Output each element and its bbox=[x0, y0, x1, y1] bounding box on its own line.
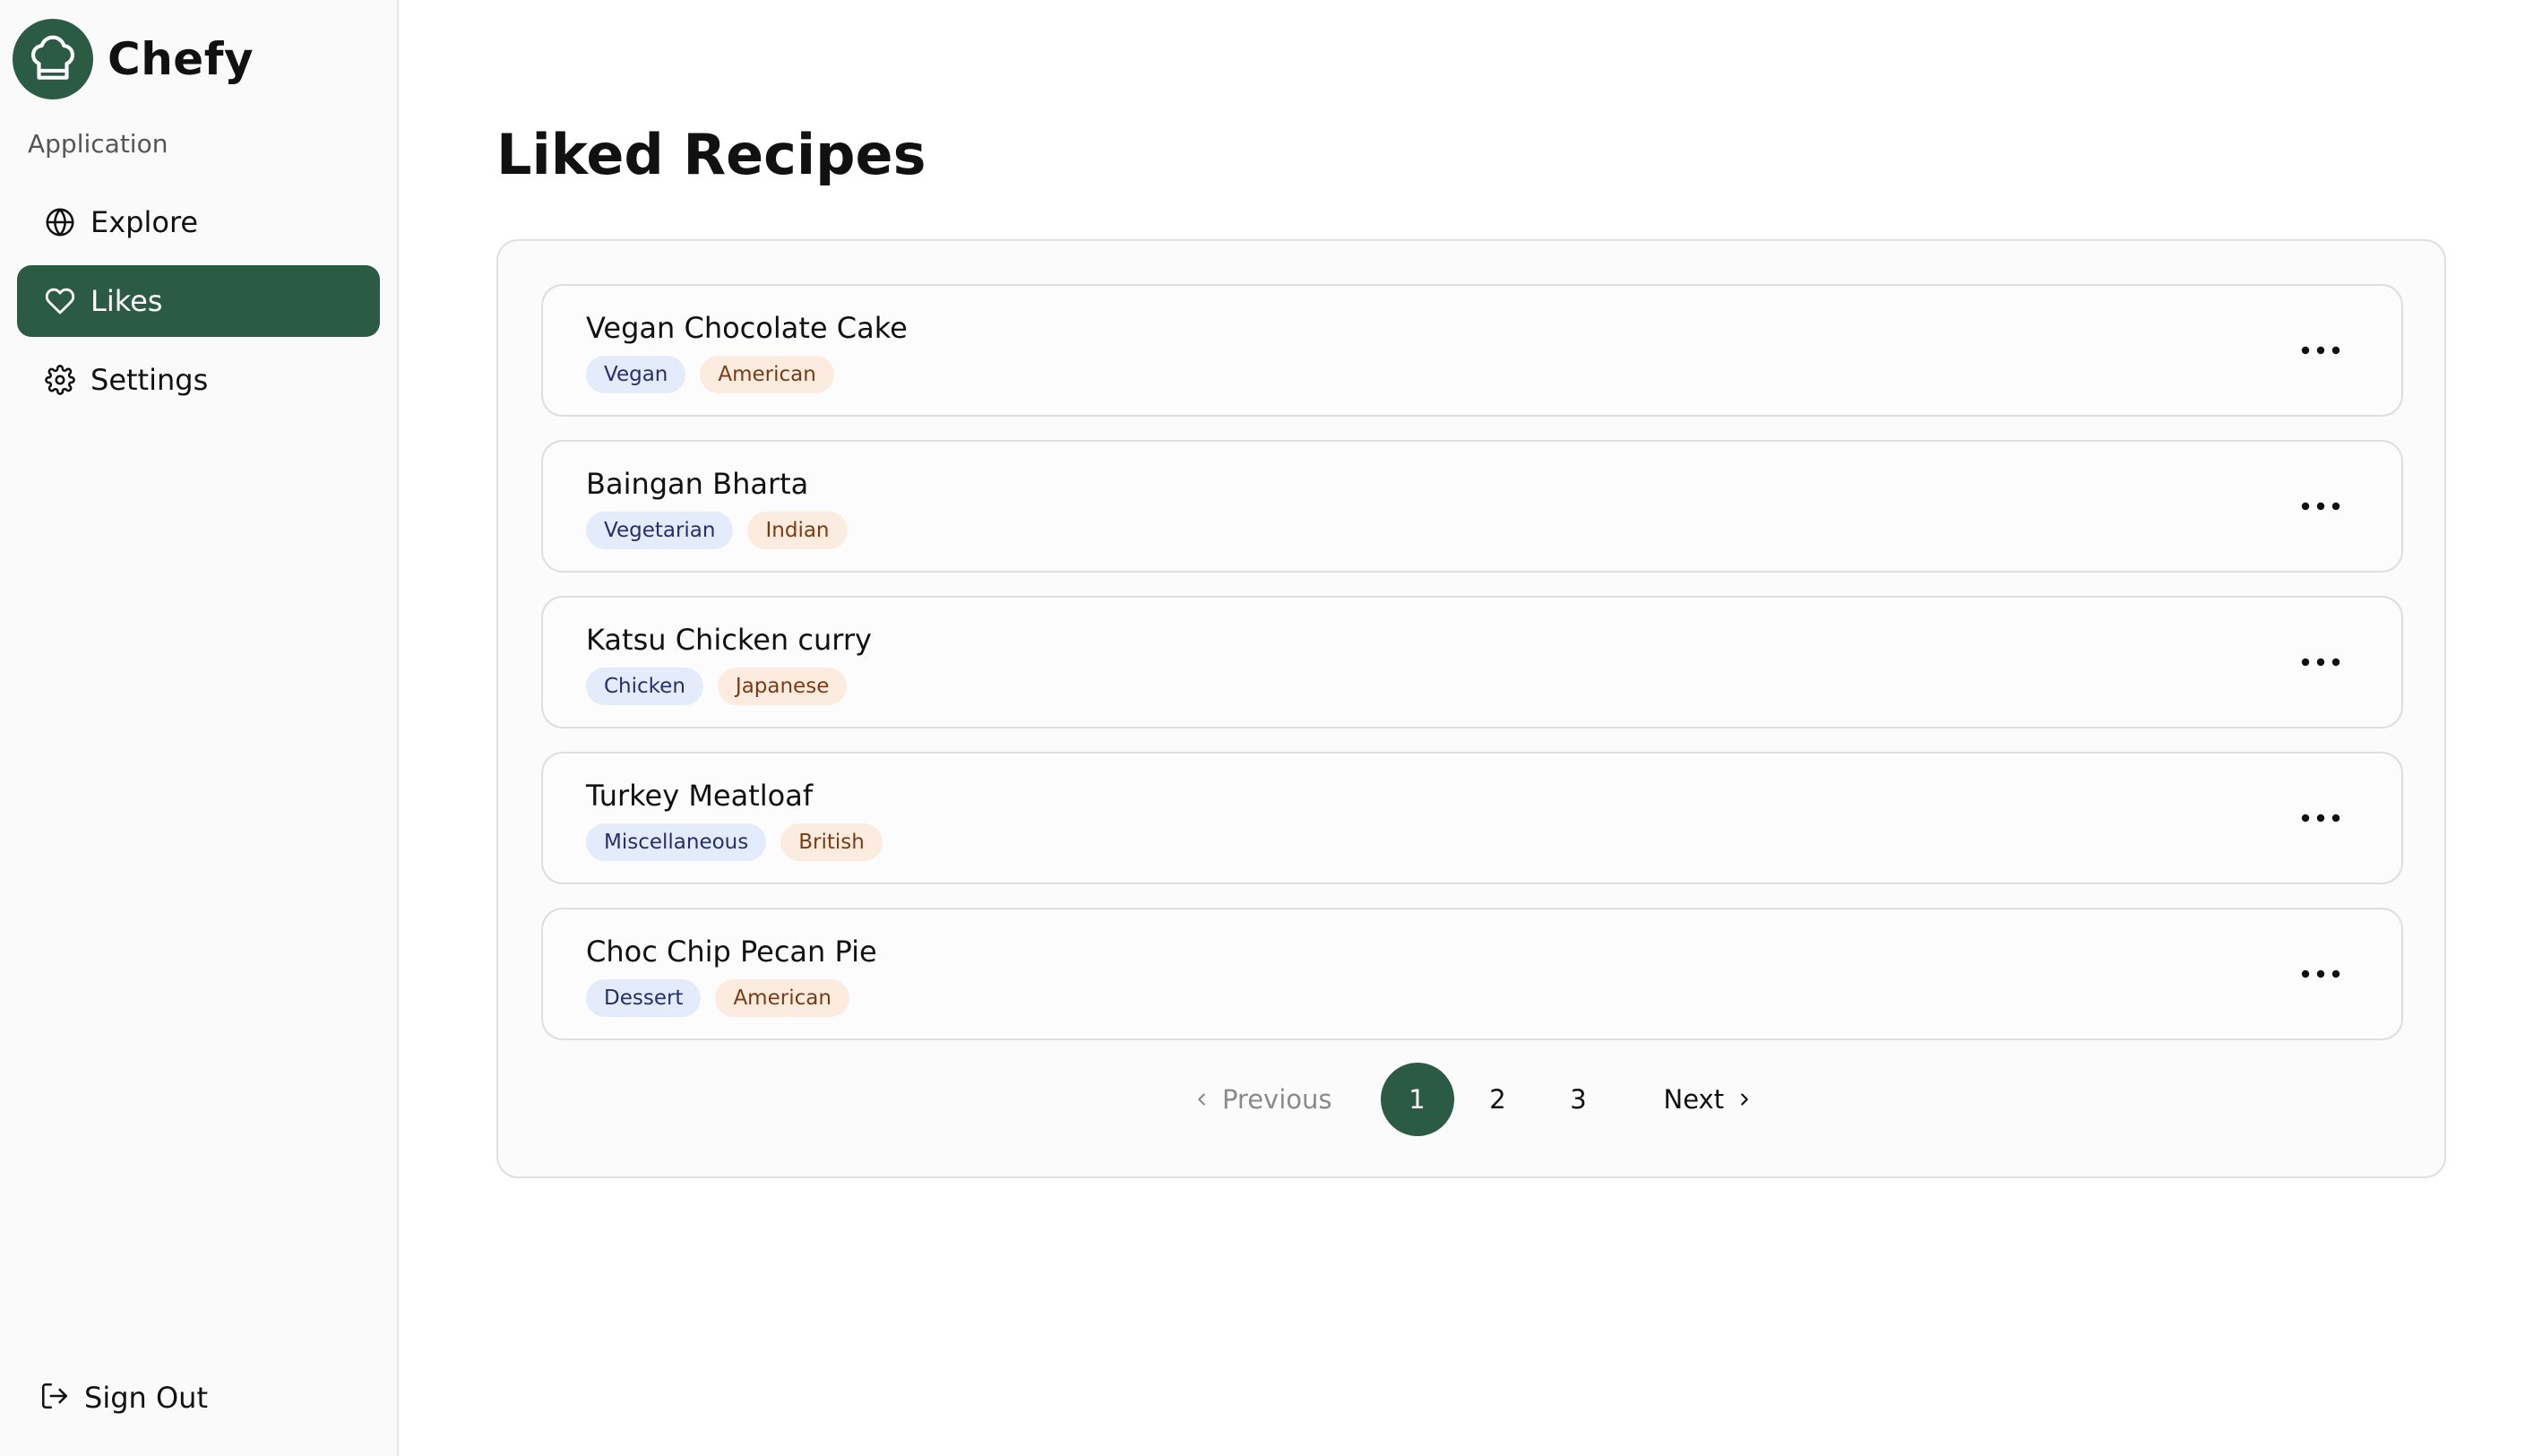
recipe-name: Baingan Bharta bbox=[586, 467, 809, 501]
cuisine-tag: Indian bbox=[747, 512, 848, 549]
ellipsis-icon bbox=[2301, 814, 2340, 823]
page-3-button[interactable]: 3 bbox=[1542, 1063, 1616, 1136]
previous-label: Previous bbox=[1221, 1084, 1332, 1115]
category-tag: Vegan bbox=[586, 356, 686, 393]
recipe-card[interactable]: Baingan Bharta Vegetarian Indian bbox=[541, 440, 2403, 573]
sidebar: Chefy Application Explore Likes Settings… bbox=[0, 0, 399, 1456]
more-options-button[interactable] bbox=[2294, 798, 2348, 838]
category-tag: Vegetarian bbox=[586, 512, 734, 549]
sidebar-item-explore[interactable]: Explore bbox=[17, 186, 380, 258]
brand[interactable]: Chefy bbox=[13, 18, 254, 100]
page-1-button[interactable]: 1 bbox=[1380, 1063, 1454, 1136]
recipe-tags: Chicken Japanese bbox=[586, 668, 861, 705]
brand-name: Chefy bbox=[108, 33, 254, 85]
recipe-name: Choc Chip Pecan Pie bbox=[586, 935, 877, 969]
cuisine-tag: American bbox=[715, 979, 849, 1017]
next-page-button[interactable]: Next bbox=[1653, 1084, 1755, 1115]
recipe-card[interactable]: Turkey Meatloaf Miscellaneous British bbox=[541, 752, 2403, 884]
recipe-tags: Miscellaneous British bbox=[586, 823, 897, 861]
recipe-tags: Dessert American bbox=[586, 979, 864, 1017]
category-tag: Dessert bbox=[586, 979, 702, 1017]
sign-out-icon bbox=[39, 1381, 70, 1415]
page-2-button[interactable]: 2 bbox=[1461, 1063, 1535, 1136]
recipe-name: Vegan Chocolate Cake bbox=[586, 311, 908, 345]
category-tag: Chicken bbox=[586, 668, 703, 705]
sidebar-item-label: Settings bbox=[90, 363, 209, 397]
sidebar-item-settings[interactable]: Settings bbox=[17, 344, 380, 416]
ellipsis-icon bbox=[2301, 346, 2340, 355]
ellipsis-icon bbox=[2301, 969, 2340, 978]
gear-icon bbox=[44, 364, 76, 396]
ellipsis-icon bbox=[2301, 658, 2340, 667]
liked-recipes-panel: Vegan Chocolate Cake Vegan American Bain… bbox=[496, 239, 2446, 1178]
chef-hat-icon bbox=[13, 19, 93, 99]
sign-out-button[interactable]: Sign Out bbox=[39, 1371, 208, 1425]
globe-icon bbox=[44, 206, 76, 238]
more-options-button[interactable] bbox=[2294, 331, 2348, 370]
cuisine-tag: Japanese bbox=[717, 668, 848, 705]
sidebar-item-likes[interactable]: Likes bbox=[17, 265, 380, 337]
sidebar-item-label: Likes bbox=[90, 284, 163, 318]
heart-icon bbox=[44, 285, 76, 317]
chevron-left-icon bbox=[1198, 1093, 1205, 1106]
recipe-card[interactable]: Choc Chip Pecan Pie Dessert American bbox=[541, 908, 2403, 1040]
recipe-tags: Vegetarian Indian bbox=[586, 512, 862, 549]
ellipsis-icon bbox=[2301, 502, 2340, 511]
pagination: Previous 1 2 3 Next bbox=[498, 1062, 2448, 1137]
sidebar-item-label: Explore bbox=[90, 205, 199, 239]
page-title: Liked Recipes bbox=[496, 122, 926, 187]
recipe-card[interactable]: Katsu Chicken curry Chicken Japanese bbox=[541, 596, 2403, 728]
category-tag: Miscellaneous bbox=[586, 823, 767, 861]
more-options-button[interactable] bbox=[2294, 954, 2348, 994]
recipe-tags: Vegan American bbox=[586, 356, 849, 393]
recipe-name: Katsu Chicken curry bbox=[586, 623, 872, 657]
next-label: Next bbox=[1663, 1084, 1725, 1115]
more-options-button[interactable] bbox=[2294, 487, 2348, 526]
sidebar-nav: Explore Likes Settings bbox=[17, 186, 380, 423]
chevron-right-icon bbox=[1741, 1093, 1748, 1106]
cuisine-tag: American bbox=[700, 356, 834, 393]
app-root: Chefy Application Explore Likes Settings… bbox=[0, 0, 2542, 1456]
sign-out-label: Sign Out bbox=[84, 1381, 208, 1415]
recipe-card[interactable]: Vegan Chocolate Cake Vegan American bbox=[541, 284, 2403, 417]
recipe-name: Turkey Meatloaf bbox=[586, 779, 814, 813]
sidebar-section-label: Application bbox=[28, 129, 168, 159]
more-options-button[interactable] bbox=[2294, 642, 2348, 682]
cuisine-tag: British bbox=[780, 823, 883, 861]
previous-page-button[interactable]: Previous bbox=[1192, 1084, 1343, 1115]
